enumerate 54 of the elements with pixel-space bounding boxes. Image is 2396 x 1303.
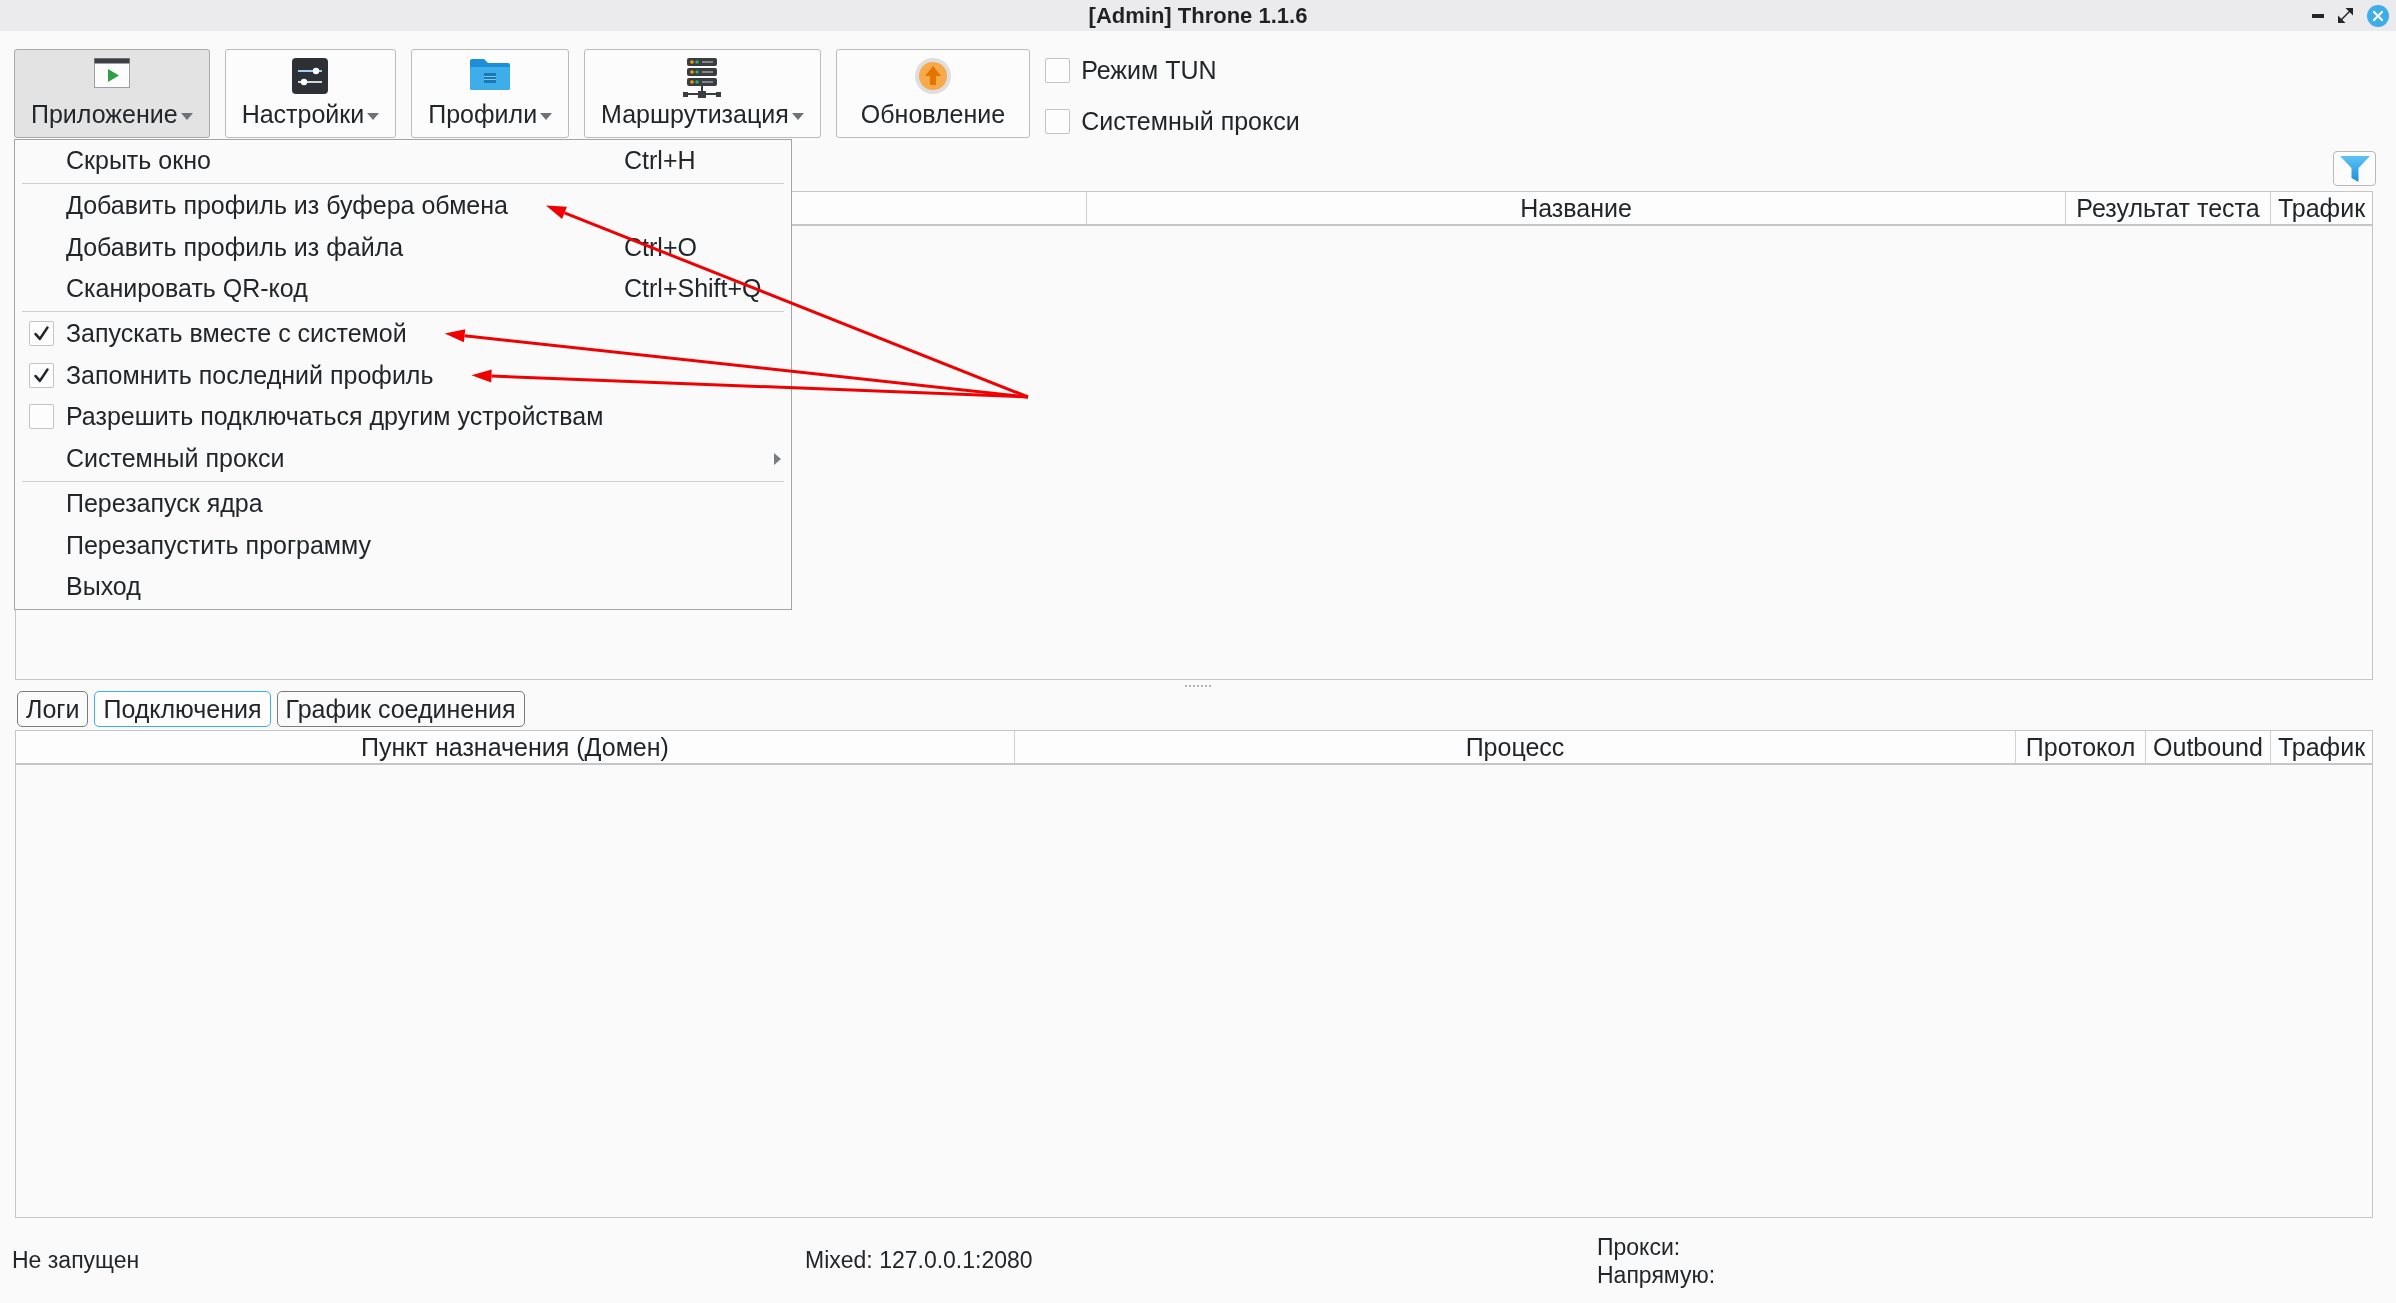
checkbox[interactable]	[1045, 108, 1071, 134]
routing-button[interactable]: Маршрутизация	[584, 49, 821, 138]
check-icon	[34, 367, 49, 383]
application-button[interactable]: Приложение	[14, 49, 210, 138]
column-header[interactable]: Процесс	[1015, 731, 2016, 763]
column-header[interactable]: Outbound	[2146, 731, 2271, 763]
checkbox[interactable]	[29, 404, 54, 430]
column-header[interactable]: Трафик	[2271, 192, 2372, 224]
column-header[interactable]: Название	[1087, 192, 2066, 224]
menu-item[interactable]: Добавить профиль из буфера обмена	[15, 184, 791, 227]
filter-icon	[2339, 155, 2370, 182]
tab[interactable]: Логи	[17, 691, 89, 727]
close-icon[interactable]	[2367, 4, 2389, 27]
window-title: [Admin] Throne 1.1.6	[1088, 2, 1308, 29]
proxy-label: Прокси:	[1597, 1232, 1681, 1261]
filter-button[interactable]	[2333, 151, 2376, 186]
column-header[interactable]: Трафик	[2271, 731, 2372, 763]
menu-item[interactable]: Запомнить последний профиль	[15, 354, 791, 397]
sliders-icon	[292, 58, 329, 94]
splitter-handle[interactable]	[1185, 684, 1211, 687]
menu-item[interactable]: Разрешить подключаться другим устройствам	[15, 396, 791, 438]
column-header[interactable]: Результат теста	[2066, 192, 2271, 224]
status-text: Не запущен	[12, 1247, 140, 1274]
menu-item[interactable]: Системный прокси	[15, 437, 791, 480]
tab[interactable]: Подключения	[94, 691, 271, 727]
window-play-icon	[93, 58, 130, 88]
checkbox[interactable]	[29, 321, 54, 347]
profiles-button[interactable]: Профили	[411, 49, 570, 138]
menu-item[interactable]: Скрыть окно Ctrl+H	[15, 140, 791, 182]
shortcut-label: Ctrl+H	[624, 146, 696, 176]
update-button[interactable]: Обновление	[835, 49, 1031, 138]
checkbox[interactable]	[1045, 57, 1071, 83]
settings-button[interactable]: Настройки	[224, 49, 397, 138]
submenu-arrow-icon	[774, 452, 781, 465]
direct-label: Напрямую:	[1597, 1260, 1716, 1289]
column-header[interactable]: Протокол	[2016, 731, 2146, 763]
column-header[interactable]: Пункт назначения (Домен)	[16, 731, 1015, 763]
restore-icon[interactable]	[2338, 8, 2353, 23]
shortcut-label: Ctrl+Shift+Q	[624, 274, 762, 304]
checkbox[interactable]	[29, 362, 54, 388]
checkbox-label[interactable]: Системный прокси	[1081, 106, 1300, 136]
menu-item[interactable]: Перезапуск ядра	[15, 482, 791, 525]
menu-item[interactable]: Выход	[15, 565, 791, 608]
server-rack-icon	[683, 58, 722, 98]
checkbox-label[interactable]: Режим TUN	[1081, 55, 1217, 85]
minimize-icon[interactable]	[2312, 13, 2324, 18]
folder-icon	[470, 58, 511, 90]
check-icon	[34, 326, 49, 342]
menu-item[interactable]: Перезапустить программу	[15, 524, 791, 566]
address-text: Mixed: 127.0.0.1:2080	[805, 1247, 1033, 1274]
menu-item[interactable]: Сканировать QR-код Ctrl+Shift+Q	[15, 268, 791, 310]
menu-item[interactable]: Запускать вместе с системой	[15, 312, 791, 355]
tab[interactable]: График соединения	[276, 691, 525, 727]
up-arrow-circle-icon	[915, 58, 951, 94]
